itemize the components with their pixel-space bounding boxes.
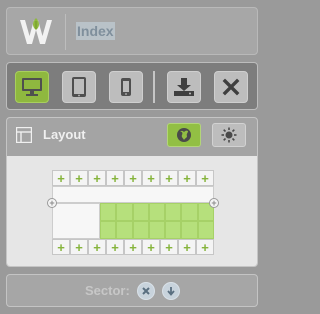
arrow-down-icon xyxy=(167,287,175,296)
close-icon xyxy=(222,78,240,96)
top-add-cell[interactable]: + xyxy=(106,170,124,186)
desktop-icon xyxy=(22,78,42,96)
sector-down-button[interactable] xyxy=(162,282,180,300)
sector-bar: Sector: xyxy=(6,274,258,307)
sector-close-button[interactable] xyxy=(137,282,155,300)
resize-handle-right[interactable]: + xyxy=(209,198,219,208)
selected-slot-group[interactable] xyxy=(100,203,214,239)
bottom-add-cell[interactable]: + xyxy=(106,239,124,255)
layout-icon xyxy=(16,127,32,143)
layout-grid-area: + + + + + + + + + + + + + + + + + + + + xyxy=(7,156,257,266)
grid-slot[interactable] xyxy=(181,203,198,221)
bottom-add-cell[interactable]: + xyxy=(160,239,178,255)
top-add-cell[interactable]: + xyxy=(124,170,142,186)
empty-slot[interactable] xyxy=(52,203,100,239)
grid-slot[interactable] xyxy=(181,221,198,239)
top-add-cell[interactable]: + xyxy=(142,170,160,186)
top-add-cell[interactable]: + xyxy=(196,170,214,186)
grid-slot[interactable] xyxy=(100,203,117,221)
bottom-add-cell[interactable]: + xyxy=(88,239,106,255)
tablet-icon xyxy=(72,77,86,97)
grid-spacer-row xyxy=(52,186,214,203)
grid-slot[interactable] xyxy=(116,203,133,221)
add-column-row-bottom: + + + + + + + + + xyxy=(52,239,214,255)
layout-title: Layout xyxy=(43,127,86,142)
bottom-add-cell[interactable]: + xyxy=(142,239,160,255)
download-button[interactable] xyxy=(167,71,201,103)
grid-slot[interactable] xyxy=(100,221,117,239)
layout-panel: Layout + + + + + + + + + + + + + + + + +… xyxy=(6,117,258,267)
sun-icon xyxy=(221,127,237,143)
bottom-add-cell[interactable]: + xyxy=(52,239,70,255)
w-leaf-logo-icon[interactable] xyxy=(17,16,55,48)
grid-slot[interactable] xyxy=(148,221,166,239)
tablet-view-button[interactable] xyxy=(62,71,96,103)
toolbar-separator xyxy=(153,71,155,103)
globe-button[interactable] xyxy=(167,123,201,147)
resize-handle-left[interactable]: + xyxy=(47,198,57,208)
desktop-view-button[interactable] xyxy=(15,71,49,103)
grid-slot[interactable] xyxy=(165,221,182,239)
bottom-add-cell[interactable]: + xyxy=(70,239,88,255)
add-column-row-top: + + + + + + + + + xyxy=(52,170,214,186)
phone-view-button[interactable] xyxy=(109,71,143,103)
close-button[interactable] xyxy=(214,71,248,103)
sun-button[interactable] xyxy=(212,123,246,147)
grid-slot[interactable] xyxy=(197,221,214,239)
grid-slot[interactable] xyxy=(132,203,149,221)
page-title[interactable]: Index xyxy=(76,22,115,40)
globe-icon xyxy=(177,128,191,142)
grid-slot[interactable] xyxy=(165,203,182,221)
top-add-cell[interactable]: + xyxy=(88,170,106,186)
top-add-cell[interactable]: + xyxy=(70,170,88,186)
header-divider xyxy=(65,14,66,50)
bottom-add-cell[interactable]: + xyxy=(196,239,214,255)
layout-panel-header: Layout xyxy=(7,118,257,152)
close-icon xyxy=(142,287,150,295)
device-toolbar xyxy=(6,62,258,110)
top-add-cell[interactable]: + xyxy=(160,170,178,186)
sector-label: Sector: xyxy=(85,283,130,298)
phone-icon xyxy=(121,78,131,96)
grid-slot[interactable] xyxy=(148,203,166,221)
download-icon xyxy=(174,78,194,96)
bottom-add-cell[interactable]: + xyxy=(178,239,196,255)
top-add-cell[interactable]: + xyxy=(52,170,70,186)
bottom-add-cell[interactable]: + xyxy=(124,239,142,255)
grid-slot[interactable] xyxy=(132,221,149,239)
grid-slot[interactable] xyxy=(116,221,133,239)
grid-slot-row xyxy=(52,203,214,239)
header-bar: Index xyxy=(6,7,258,55)
top-add-cell[interactable]: + xyxy=(178,170,196,186)
